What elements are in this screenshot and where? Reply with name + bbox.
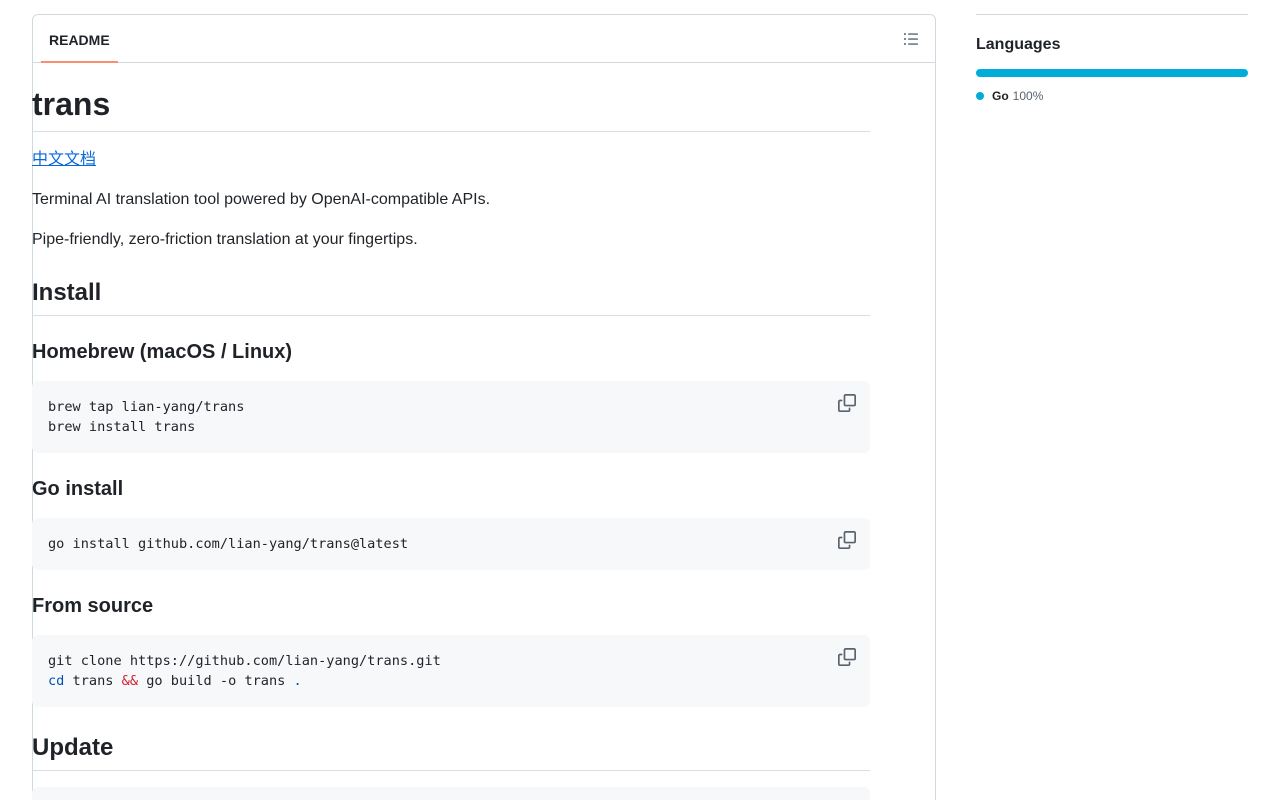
copy-icon	[838, 531, 856, 549]
copy-icon	[838, 648, 856, 666]
code-line: brew install trans	[48, 419, 196, 435]
code-keyword: cd	[48, 673, 65, 689]
languages-title: Languages	[976, 36, 1061, 53]
description-text: Terminal AI translation tool powered by …	[32, 191, 491, 208]
readme-header: README	[33, 15, 935, 63]
readme-tab[interactable]: README	[41, 15, 118, 63]
list-unordered-icon	[904, 33, 918, 45]
readme-content: trans 中文文档 Terminal AI translation tool …	[32, 64, 870, 800]
homebrew-code-block: brew tap lian-yang/trans brew install tr…	[32, 381, 870, 453]
code-line: go install github.com/lian-yang/trans@la…	[48, 536, 409, 552]
copy-icon	[838, 394, 856, 412]
copy-button[interactable]	[838, 531, 856, 549]
language-name: Go	[992, 89, 1009, 103]
go-install-code-block: go install github.com/lian-yang/trans@la…	[32, 518, 870, 570]
code-operator: &&	[121, 673, 139, 689]
from-source-heading: From source	[32, 595, 154, 617]
code-text: go build -o trans	[138, 673, 294, 689]
code-line: brew tap lian-yang/trans	[48, 399, 245, 415]
lang-link-paragraph: 中文文档	[32, 148, 870, 172]
code-text: trans	[64, 673, 122, 689]
language-color-dot	[976, 92, 984, 100]
language-item-go[interactable]: Go 100%	[976, 89, 1248, 103]
sidebar-divider	[976, 14, 1248, 15]
copy-button[interactable]	[838, 648, 856, 666]
languages-bar	[976, 69, 1248, 77]
homebrew-heading: Homebrew (macOS / Linux)	[32, 341, 293, 363]
tagline-text: Pipe-friendly, zero-friction translation…	[32, 231, 418, 248]
code-line: git clone https://github.com/lian-yang/t…	[48, 653, 441, 669]
chinese-docs-link[interactable]: 中文文档	[32, 151, 96, 168]
from-source-code-block: git clone https://github.com/lian-yang/t…	[32, 635, 870, 707]
update-heading: Update	[32, 733, 870, 771]
language-percent: 100%	[1012, 89, 1044, 103]
code-dot: .	[293, 673, 302, 689]
update-code-block	[32, 787, 870, 800]
go-install-heading: Go install	[32, 478, 124, 500]
install-heading: Install	[32, 278, 870, 316]
sidebar: Languages Go 100%	[976, 14, 1248, 103]
copy-button[interactable]	[838, 394, 856, 412]
outline-button[interactable]	[899, 27, 923, 51]
readme-title: trans	[32, 64, 870, 132]
